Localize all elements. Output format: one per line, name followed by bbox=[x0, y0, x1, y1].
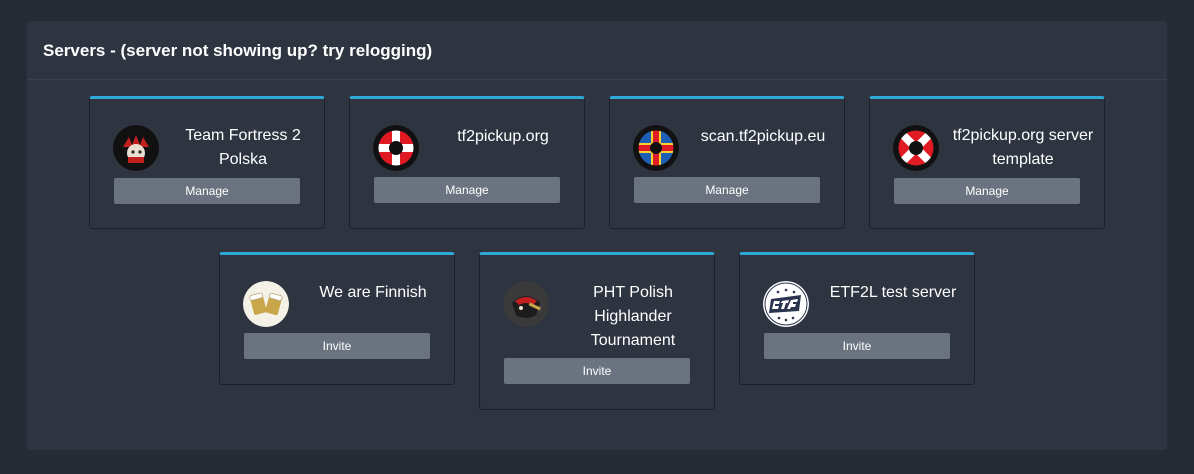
manage-button[interactable]: Manage bbox=[374, 177, 560, 203]
server-card-tf2-polska: Team Fortress 2 Polska Manage bbox=[89, 96, 325, 229]
server-card-etf2l: ETF2L test server Invite bbox=[739, 252, 975, 385]
tf2-polska-logo-icon bbox=[113, 125, 159, 171]
server-name: tf2pickup.org bbox=[457, 128, 549, 145]
pht-logo-icon bbox=[503, 281, 549, 327]
server-name: ETF2L test server bbox=[829, 284, 957, 301]
manage-button[interactable]: Manage bbox=[634, 177, 820, 203]
server-card-scan-tf2pickup: scan.tf2pickup.eu Manage bbox=[609, 96, 845, 229]
invite-button[interactable]: Invite bbox=[244, 333, 430, 359]
panel-title: Servers - (server not showing up? try re… bbox=[43, 40, 433, 60]
manage-button[interactable]: Manage bbox=[894, 178, 1080, 204]
server-name: We are Finnish bbox=[319, 284, 427, 301]
etf2l-logo-icon bbox=[763, 281, 809, 327]
server-card-we-are-finnish: We are Finnish Invite bbox=[219, 252, 455, 385]
server-card-tf2pickup: tf2pickup.org Manage bbox=[349, 96, 585, 229]
server-name: Team Fortress 2 Polska bbox=[185, 127, 301, 168]
server-name: tf2pickup.org server template bbox=[952, 127, 1094, 168]
server-card-tf2pickup-template: tf2pickup.org server template Manage bbox=[869, 96, 1105, 229]
invite-button[interactable]: Invite bbox=[504, 358, 690, 384]
scan-tf2pickup-logo-icon bbox=[633, 125, 679, 171]
invite-button[interactable]: Invite bbox=[764, 333, 950, 359]
panel-header: Servers - (server not showing up? try re… bbox=[27, 21, 1167, 80]
server-card-pht: PHT Polish Highlander Tournament Invite bbox=[479, 252, 715, 410]
manage-button[interactable]: Manage bbox=[114, 178, 300, 204]
server-name: scan.tf2pickup.eu bbox=[700, 128, 826, 145]
tf2pickup-logo-icon bbox=[373, 125, 419, 171]
we-are-finnish-logo-icon bbox=[243, 281, 289, 327]
server-name: PHT Polish Highlander Tournament bbox=[590, 284, 676, 349]
tf2pickup-template-logo-icon bbox=[893, 125, 939, 171]
